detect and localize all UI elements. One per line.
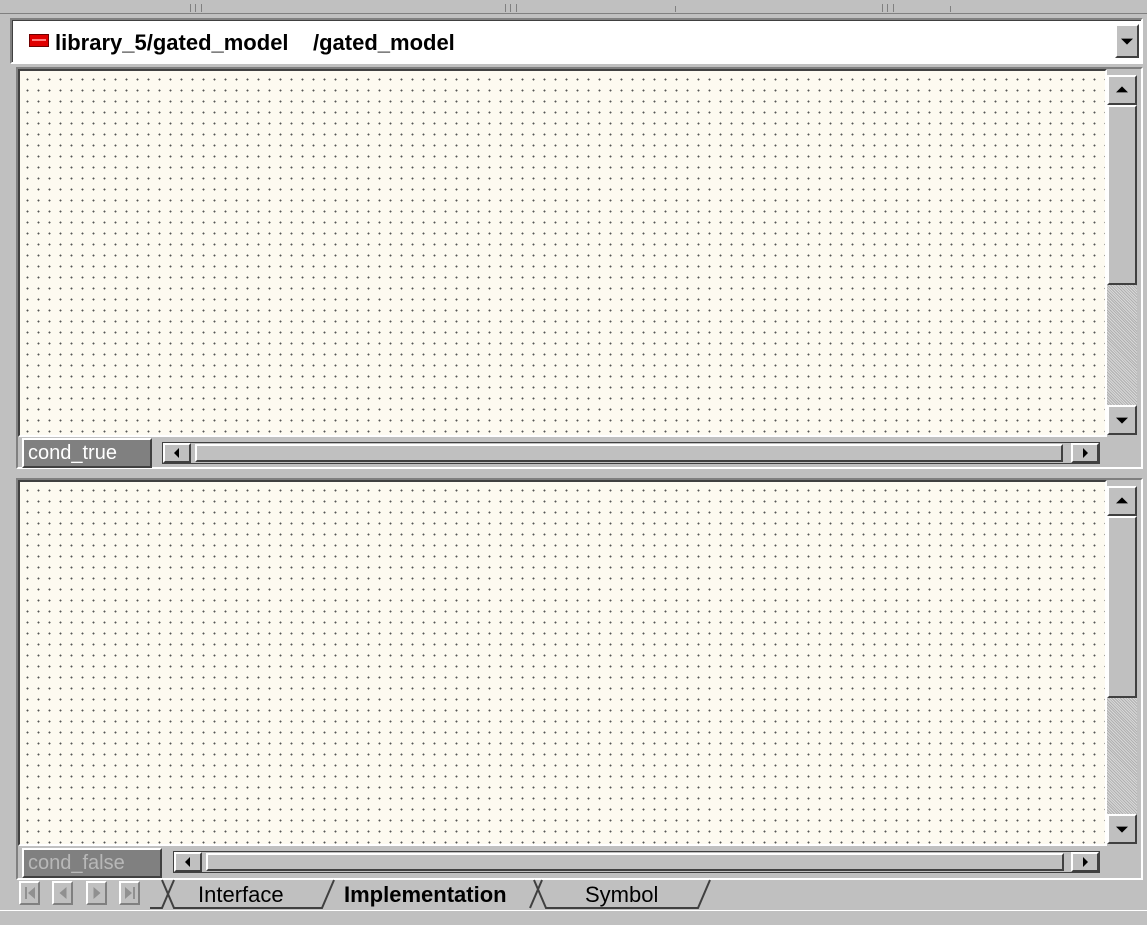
last-tab-icon [124, 887, 135, 899]
ruler-tick [675, 6, 676, 12]
tab-implementation[interactable]: Implementation [344, 882, 507, 908]
scroll-down-button[interactable] [1107, 814, 1137, 844]
last-tab-button[interactable] [119, 881, 140, 905]
chevron-down-icon [1121, 38, 1133, 45]
arrow-left-icon [174, 448, 179, 458]
tab-symbol[interactable]: Symbol [585, 882, 658, 908]
model-path-bar[interactable]: library_5/gated_model /gated_model [10, 18, 1143, 64]
path-dropdown-button[interactable] [1115, 24, 1139, 58]
diagram-canvas-cond-true[interactable] [18, 69, 1107, 437]
arrow-down-icon [1116, 826, 1128, 833]
splitter-grip-icon[interactable] [190, 4, 202, 12]
scroll-right-button[interactable] [1071, 443, 1099, 463]
model-path-title: library_5/gated_model /gated_model [55, 30, 455, 55]
horizontal-scroll-thumb[interactable] [206, 853, 1064, 871]
scroll-up-button[interactable] [1107, 486, 1137, 516]
next-tab-button[interactable] [86, 881, 107, 905]
horizontal-scrollbar-cond-false[interactable] [173, 851, 1100, 873]
diagram-canvas-cond-false[interactable] [18, 480, 1107, 846]
pane-label-cond-false[interactable]: cond_false [22, 848, 162, 878]
splitter-grip-icon[interactable] [505, 4, 517, 12]
model-block-icon [29, 34, 49, 47]
top-splitter-strip[interactable] [0, 0, 1147, 14]
splitter-grip-icon[interactable] [882, 4, 894, 12]
first-tab-button[interactable] [19, 881, 40, 905]
vertical-scrollbar-cond-true[interactable] [1107, 75, 1137, 435]
arrow-right-icon [1083, 857, 1088, 867]
next-tab-icon [93, 887, 100, 899]
prev-tab-button[interactable] [52, 881, 73, 905]
horizontal-scrollbar-cond-true[interactable] [162, 442, 1100, 464]
scroll-left-button[interactable] [174, 852, 202, 872]
pane-label-cond-true[interactable]: cond_true [22, 438, 152, 468]
vertical-scroll-thumb[interactable] [1107, 516, 1137, 698]
ruler-tick [950, 6, 951, 12]
first-tab-icon [24, 887, 35, 899]
prev-tab-icon [59, 887, 66, 899]
scroll-down-button[interactable] [1107, 405, 1137, 435]
vertical-scroll-thumb[interactable] [1107, 105, 1137, 285]
tab-interface[interactable]: Interface [198, 882, 284, 908]
scroll-left-button[interactable] [163, 443, 191, 463]
vertical-scrollbar-cond-false[interactable] [1107, 486, 1137, 844]
arrow-right-icon [1083, 448, 1088, 458]
arrow-down-icon [1116, 417, 1128, 424]
arrow-left-icon [185, 857, 190, 867]
scroll-up-button[interactable] [1107, 75, 1137, 105]
horizontal-scroll-thumb[interactable] [195, 444, 1063, 462]
arrow-up-icon [1116, 86, 1128, 93]
arrow-up-icon [1116, 497, 1128, 504]
scroll-right-button[interactable] [1071, 852, 1099, 872]
status-strip [0, 910, 1147, 925]
